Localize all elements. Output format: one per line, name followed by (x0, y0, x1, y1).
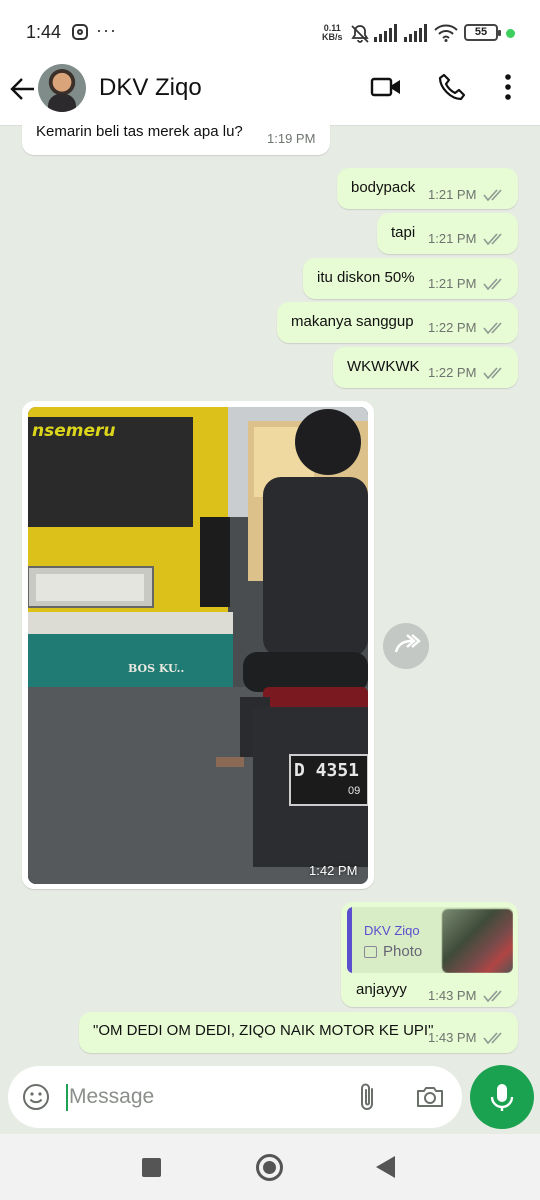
quote-type: Photo (383, 943, 423, 960)
home-icon[interactable] (256, 1154, 283, 1181)
double-tick-icon (483, 233, 502, 246)
photo-icon (364, 946, 377, 958)
menu-dots-icon[interactable] (500, 72, 516, 102)
photo-image[interactable]: nsemeru BOS KU.. D 4351 09 1:42 PM (28, 407, 368, 884)
wifi-icon (434, 24, 458, 42)
message-time: 1:22 PM (428, 320, 477, 335)
text-caret (66, 1084, 68, 1111)
message-text: bodypack (351, 179, 416, 196)
signal-icon (374, 24, 397, 42)
message-time: 1:43 PM (428, 1030, 477, 1045)
message-text: Kemarin beli tas merek apa lu? (36, 123, 243, 140)
double-tick-icon (483, 322, 502, 335)
camera-icon[interactable] (414, 1081, 446, 1113)
nav-back-icon[interactable] (376, 1156, 395, 1178)
forward-icon (394, 634, 421, 653)
attach-icon[interactable] (354, 1081, 382, 1113)
plate-sub-text: 09 (348, 785, 361, 797)
signal-icon (404, 24, 427, 42)
mute-icon (351, 25, 369, 43)
double-tick-icon (483, 367, 502, 380)
video-call-icon[interactable] (370, 72, 402, 102)
battery-icon: 55 (464, 24, 501, 41)
message-text: tapi (391, 224, 416, 241)
status-bar: 1:44 ··· 0.11 KB/s 55 (0, 0, 540, 62)
system-nav-bar (0, 1134, 540, 1200)
recents-icon[interactable] (142, 1158, 161, 1177)
message-text: "OM DEDI OM DEDI, ZIQO NAIK MOTOR KE UPI… (93, 1022, 434, 1039)
message-text: anjayyy (356, 981, 407, 998)
voice-call-icon[interactable] (437, 72, 467, 102)
message-time: 1:22 PM (428, 365, 477, 380)
mic-button[interactable] (470, 1065, 534, 1129)
instagram-icon (72, 24, 88, 40)
message-text: WKWKWK (347, 358, 420, 375)
double-tick-icon (483, 278, 502, 291)
quote-bar (347, 907, 352, 973)
message-time: 1:43 PM (428, 988, 477, 1003)
van-sign-text: nsemeru (32, 421, 116, 441)
photo-time: 1:42 PM (309, 863, 358, 878)
mic-icon (490, 1084, 514, 1111)
message-time: 1:21 PM (428, 187, 477, 202)
plate-text: D 4351 (294, 760, 360, 781)
status-time: 1:44 (26, 22, 62, 42)
message-time: 1:19 PM (267, 131, 316, 146)
forward-button[interactable] (383, 623, 429, 669)
double-tick-icon (483, 1032, 502, 1045)
emoji-icon[interactable] (22, 1083, 50, 1111)
double-tick-icon (483, 189, 502, 202)
net-speed-unit: KB/s (322, 32, 343, 42)
message-text: makanya sanggup (291, 313, 414, 330)
quote-author: DKV Ziqo (364, 923, 420, 938)
message-input[interactable]: Message (69, 1085, 154, 1109)
privacy-indicator-dot (506, 29, 515, 38)
avatar[interactable] (38, 64, 86, 112)
message-time: 1:21 PM (428, 276, 477, 291)
back-arrow-icon[interactable] (8, 74, 38, 104)
message-text: itu diskon 50% (317, 269, 415, 286)
message-time: 1:21 PM (428, 231, 477, 246)
quote-thumbnail (442, 909, 513, 973)
net-speed: 0.11 KB/s (322, 24, 343, 42)
double-tick-icon (483, 990, 502, 1003)
more-dots-icon: ··· (96, 20, 117, 40)
van-side-text: BOS KU.. (128, 662, 185, 675)
contact-name[interactable]: DKV Ziqo (99, 74, 202, 102)
quoted-message[interactable]: DKV Ziqo Photo (347, 907, 513, 973)
